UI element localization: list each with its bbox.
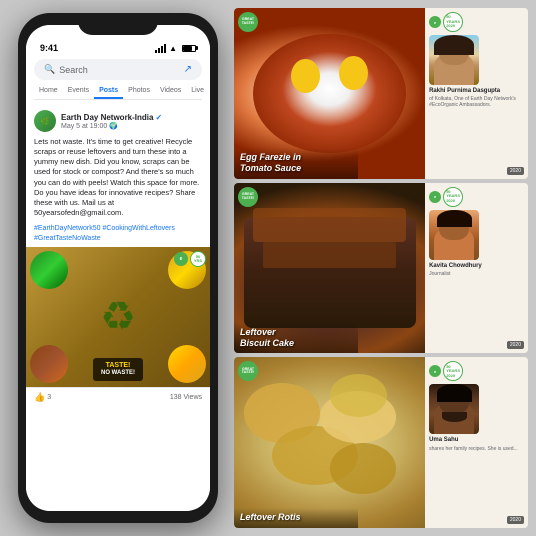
recipe-cards-column: Egg Farezie inTomato Sauce GREATTASTE! e… bbox=[234, 8, 528, 528]
reactions-count: 3 bbox=[47, 394, 51, 401]
post-image: ♻ e 50YRS TASTE! NO WASTE! bbox=[26, 247, 210, 387]
great-taste-icon-text-2: GREATTASTE! bbox=[242, 193, 254, 201]
nav-posts[interactable]: Posts bbox=[94, 84, 123, 99]
post-header: 🌿 Earth Day Network-India ✓ May 5 at 19:… bbox=[26, 104, 210, 135]
card1-recipe-name: Egg Farezie inTomato Sauce bbox=[240, 152, 352, 174]
nav-live[interactable]: Live bbox=[186, 84, 209, 99]
card2-person-name: Kavita Chowdhury bbox=[429, 263, 524, 270]
card3-logos: e 50YEARS2020 bbox=[429, 361, 524, 381]
card2-fifty-years-badge: 50YEARS2020 bbox=[443, 187, 463, 207]
recycle-symbol-icon: ♻ bbox=[100, 297, 136, 337]
badge-no-waste-line: NO WASTE! bbox=[101, 370, 135, 378]
card3-recipe-name: Leftover Rotis bbox=[240, 512, 352, 523]
signal-bars-icon bbox=[155, 44, 166, 53]
status-icons: ▲ bbox=[155, 44, 196, 53]
card1-fifty-years-badge: 50YEARS2020 bbox=[443, 12, 463, 32]
recipe-card-2: LeftoverBiscuit Cake GREATTASTE! e 50YEA… bbox=[234, 183, 528, 354]
card1-image: Egg Farezie inTomato Sauce GREATTASTE! bbox=[234, 8, 425, 179]
post-author-info: Earth Day Network-India ✓ May 5 at 19:00… bbox=[61, 113, 202, 130]
card1-info: e 50YEARS2020 Rakhi Purnima Dasgupta of … bbox=[425, 8, 528, 179]
card3-earthday-logo: e bbox=[429, 365, 441, 377]
fifty-years-small-badge: 50YRS bbox=[190, 251, 206, 267]
nav-about[interactable]: About bbox=[209, 84, 210, 99]
post-body-text: Lets not waste. It's time to get creativ… bbox=[26, 135, 210, 222]
leftover-rotis-food-image bbox=[234, 357, 425, 528]
great-taste-no-waste-badge: TASTE! NO WASTE! bbox=[93, 358, 143, 381]
card1-year-tag: 2020 bbox=[507, 167, 524, 175]
globe-icon: 🌍 bbox=[109, 123, 118, 130]
card1-person-face bbox=[429, 35, 479, 85]
facebook-nav: Home Events Posts Photos Videos Live Abo… bbox=[34, 84, 202, 100]
card1-title-overlay: Egg Farezie inTomato Sauce bbox=[234, 148, 358, 179]
food-circle-potato bbox=[168, 345, 206, 383]
nav-events[interactable]: Events bbox=[63, 84, 94, 99]
great-taste-icon-text: GREATTASTE! bbox=[242, 18, 254, 26]
views-count: 138 Views bbox=[170, 394, 202, 401]
card3-person-face bbox=[429, 384, 479, 434]
search-icon: 🔍 bbox=[44, 64, 55, 75]
card2-person-face bbox=[429, 210, 479, 260]
share-icon[interactable]: ↗ bbox=[184, 64, 192, 75]
facebook-post: 🌿 Earth Day Network-India ✓ May 5 at 19:… bbox=[26, 104, 210, 511]
card3-person-role: shares her family recipes. She is used..… bbox=[429, 446, 524, 452]
battery-icon bbox=[182, 45, 196, 52]
nav-home[interactable]: Home bbox=[34, 84, 63, 99]
card3-year-tag: 2020 bbox=[507, 516, 524, 524]
phone-frame: 9:41 ▲ bbox=[18, 13, 218, 523]
post-reactions[interactable]: 👍 3 bbox=[34, 392, 51, 403]
card1-logos: e 50YEARS2020 bbox=[429, 12, 524, 32]
card2-great-taste-icon: GREATTASTE! bbox=[238, 187, 258, 207]
card3-image: Leftover Rotis GREATTASTE! bbox=[234, 357, 425, 528]
badge-great-line: TASTE! bbox=[101, 361, 135, 370]
card2-earthday-logo: e bbox=[429, 191, 441, 203]
card1-person-photo bbox=[429, 35, 479, 85]
card3-fifty-years-badge: 50YEARS2020 bbox=[443, 361, 463, 381]
nav-videos[interactable]: Videos bbox=[155, 84, 186, 99]
search-bar[interactable]: 🔍 Search ↗ bbox=[34, 59, 202, 80]
post-footer: 👍 3 138 Views bbox=[26, 387, 210, 407]
main-container: 9:41 ▲ bbox=[0, 0, 536, 536]
like-icon: 👍 bbox=[34, 392, 45, 403]
earthday-logo-small: e bbox=[174, 252, 188, 266]
verified-badge-icon: ✓ bbox=[155, 113, 162, 122]
card1-person-role: of Kolkata, One of Earth Day Network's #… bbox=[429, 96, 524, 108]
nav-photos[interactable]: Photos bbox=[123, 84, 155, 99]
recipe-card-3: Leftover Rotis GREATTASTE! e 50YEARS2020 bbox=[234, 357, 528, 528]
card3-title-overlay: Leftover Rotis bbox=[234, 508, 358, 528]
phone-screen: 9:41 ▲ bbox=[26, 25, 210, 511]
card2-image: LeftoverBiscuit Cake GREATTASTE! bbox=[234, 183, 425, 354]
recipe-card-1: Egg Farezie inTomato Sauce GREATTASTE! e… bbox=[234, 8, 528, 179]
card2-year-tag: 2020 bbox=[507, 341, 524, 349]
wifi-icon: ▲ bbox=[169, 44, 177, 53]
post-date: May 5 at 19:00 🌍 bbox=[61, 122, 202, 130]
phone-mockup: 9:41 ▲ bbox=[8, 8, 228, 528]
card1-great-taste-icon: GREATTASTE! bbox=[238, 12, 258, 32]
post-author-name: Earth Day Network-India ✓ bbox=[61, 113, 202, 122]
card3-info: e 50YEARS2020 Uma Sahu shares her famil bbox=[425, 357, 528, 528]
card3-person-photo bbox=[429, 384, 479, 434]
card2-logos: e 50YEARS2020 bbox=[429, 187, 524, 207]
food-circle-bread bbox=[30, 345, 68, 383]
post-image-logos: e 50YRS bbox=[174, 251, 206, 267]
status-time: 9:41 bbox=[40, 43, 58, 53]
card2-title-overlay: LeftoverBiscuit Cake bbox=[234, 323, 358, 354]
great-taste-icon-text-3: GREATTASTE! bbox=[242, 368, 254, 376]
card1-person-name: Rakhi Purnima Dasgupta bbox=[429, 88, 524, 95]
card2-person-role: Journalist bbox=[429, 271, 524, 277]
card3-person-name: Uma Sahu bbox=[429, 437, 524, 444]
search-placeholder-text: Search bbox=[59, 65, 88, 75]
post-hashtags: #EarthDayNetwork50 #CookingWithLeftovers… bbox=[26, 222, 210, 247]
facebook-header: 🔍 Search ↗ Home Events Posts Photos Vide… bbox=[26, 55, 210, 104]
card2-info: e 50YEARS2020 Kavita Chowdhury Journalis… bbox=[425, 183, 528, 354]
card2-recipe-name: LeftoverBiscuit Cake bbox=[240, 327, 352, 349]
phone-notch bbox=[78, 13, 158, 35]
card2-person-photo bbox=[429, 210, 479, 260]
post-author-avatar: 🌿 bbox=[34, 110, 56, 132]
food-circle-broccoli bbox=[30, 251, 68, 289]
card1-earthday-logo: e bbox=[429, 16, 441, 28]
